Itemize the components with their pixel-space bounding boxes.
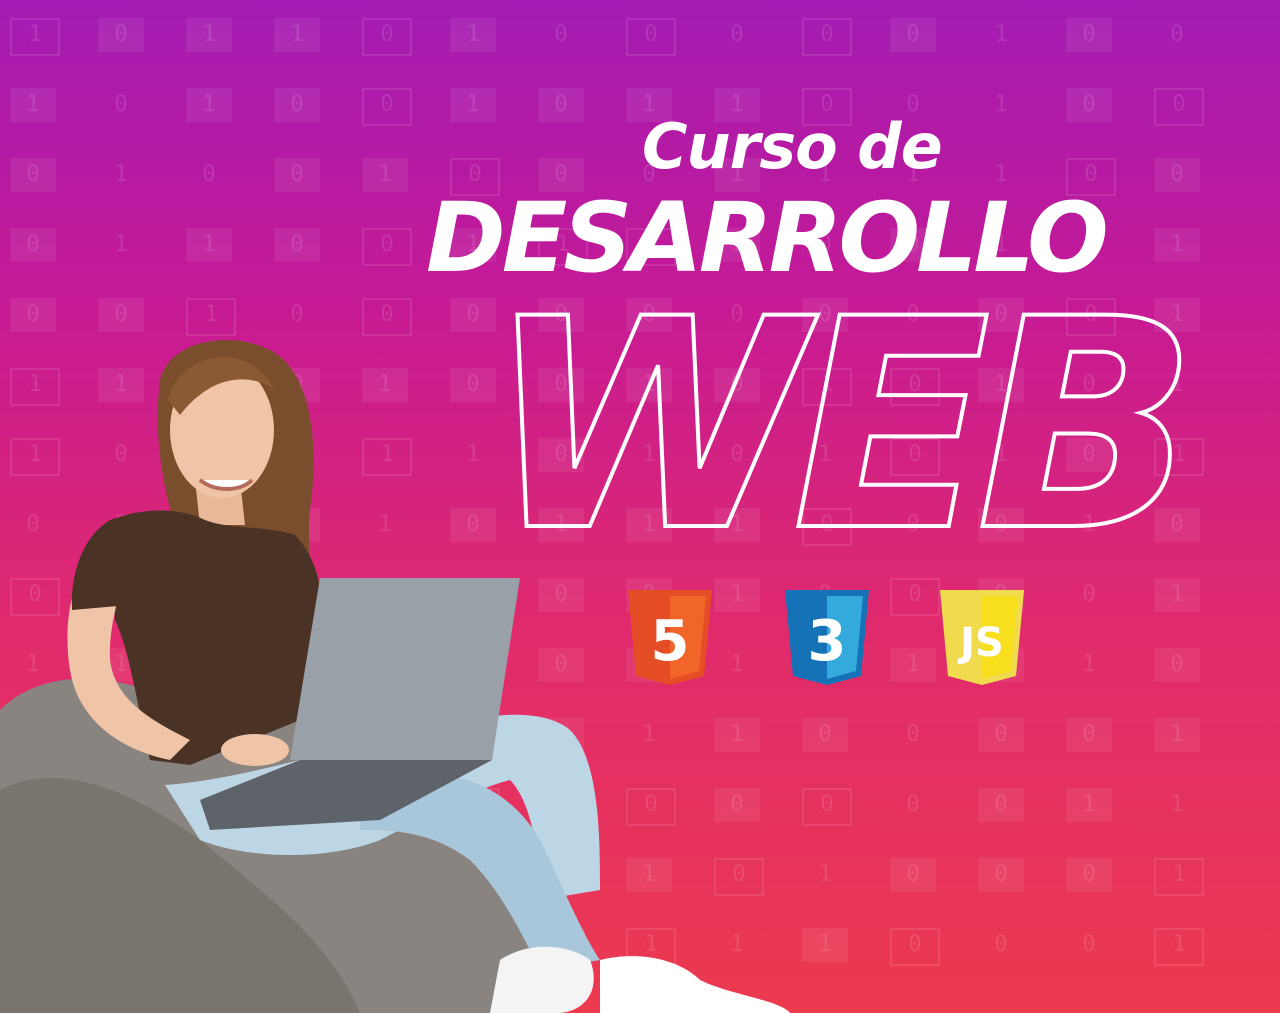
binary-digit: 1	[114, 162, 128, 187]
binary-digit: 1	[1154, 928, 1204, 966]
binary-digit: 0	[978, 718, 1024, 752]
binary-digit: 1	[1154, 228, 1200, 262]
binary-digit: 0	[98, 18, 144, 52]
binary-digit: 0	[1066, 718, 1112, 752]
binary-digit: 1	[362, 158, 408, 192]
headline-web-text: WEB	[486, 294, 1183, 544]
binary-digit: 1	[1082, 652, 1096, 677]
binary-digit: 0	[906, 792, 920, 817]
binary-digit: 0	[730, 22, 744, 47]
binary-digit: 0	[1170, 22, 1184, 47]
binary-digit: 0	[114, 92, 128, 117]
binary-digit: 1	[186, 18, 232, 52]
binary-digit: 0	[1154, 648, 1200, 682]
html5-icon: 5	[628, 590, 712, 685]
binary-digit: 0	[978, 858, 1024, 892]
binary-digit: 0	[1066, 18, 1112, 52]
binary-digit: 0	[890, 18, 936, 52]
binary-digit: 1	[450, 18, 496, 52]
binary-digit: 1	[1154, 718, 1200, 752]
css3-icon: 3	[785, 590, 869, 685]
binary-digit: 0	[538, 88, 584, 122]
binary-digit: 0	[802, 718, 848, 752]
binary-digit: 0	[202, 162, 216, 187]
laptop	[290, 578, 520, 760]
javascript-badge-text: JS	[957, 620, 1004, 666]
binary-digit: 0	[554, 22, 568, 47]
binary-digit: 0	[1082, 932, 1096, 957]
binary-digit: 0	[802, 18, 852, 56]
binary-digit: 1	[10, 18, 60, 56]
binary-digit: 1	[450, 88, 496, 122]
binary-digit: 1	[818, 862, 832, 887]
sneaker-left	[490, 946, 594, 1013]
headline-curso-de: Curso de	[642, 110, 943, 183]
headline-web: WEB	[484, 294, 1199, 544]
binary-digit: 0	[626, 18, 676, 56]
css3-badge-text: 3	[808, 609, 847, 674]
binary-digit: 0	[10, 158, 56, 192]
binary-digit: 0	[978, 788, 1024, 822]
javascript-icon: JS	[940, 590, 1024, 685]
binary-digit: 1	[186, 228, 232, 262]
binary-digit: 0	[890, 858, 936, 892]
binary-digit: 0	[890, 578, 940, 616]
binary-digit: 0	[274, 158, 320, 192]
binary-digit: 1	[10, 88, 56, 122]
binary-digit: 0	[10, 228, 56, 262]
binary-digit: 0	[1082, 582, 1096, 607]
binary-digit: 0	[362, 228, 412, 266]
binary-digit: 0	[994, 932, 1008, 957]
binary-digit: 1	[802, 928, 848, 962]
binary-digit: 1	[1066, 788, 1112, 822]
binary-digit: 1	[186, 88, 232, 122]
binary-digit: 1	[114, 232, 128, 257]
binary-digit: 0	[1066, 858, 1112, 892]
binary-digit: 0	[362, 18, 412, 56]
binary-digit: 1	[1170, 792, 1184, 817]
binary-digit: 1	[274, 18, 320, 52]
binary-digit: 1	[1154, 858, 1204, 896]
binary-digit: 0	[274, 228, 320, 262]
headline-desarrollo: DESARROLLO	[426, 182, 1109, 294]
course-poster: 1 0 1 1 0 1 0 0 0 0 0 1 0 0 1 0 1 0 0 1 0 1 1 0 0 1 0 0 0 1 0 0 1 0 0 0 1 1 1 1…	[0, 0, 1280, 1013]
sneaker-right	[600, 956, 790, 1013]
binary-digit: 1	[1154, 578, 1200, 612]
binary-digit: 0	[1154, 158, 1200, 192]
binary-digit: 0	[274, 88, 320, 122]
binary-digit: 0	[906, 722, 920, 747]
binary-digit: 0	[1154, 88, 1204, 126]
binary-digit: 0	[1066, 88, 1112, 122]
binary-digit: 1	[994, 22, 1008, 47]
binary-digit: 1	[994, 92, 1008, 117]
binary-digit: 0	[890, 928, 940, 966]
html5-badge-text: 5	[651, 609, 690, 674]
binary-digit: 0	[362, 88, 412, 126]
binary-digit: 1	[890, 648, 936, 682]
binary-digit: 0	[802, 788, 852, 826]
